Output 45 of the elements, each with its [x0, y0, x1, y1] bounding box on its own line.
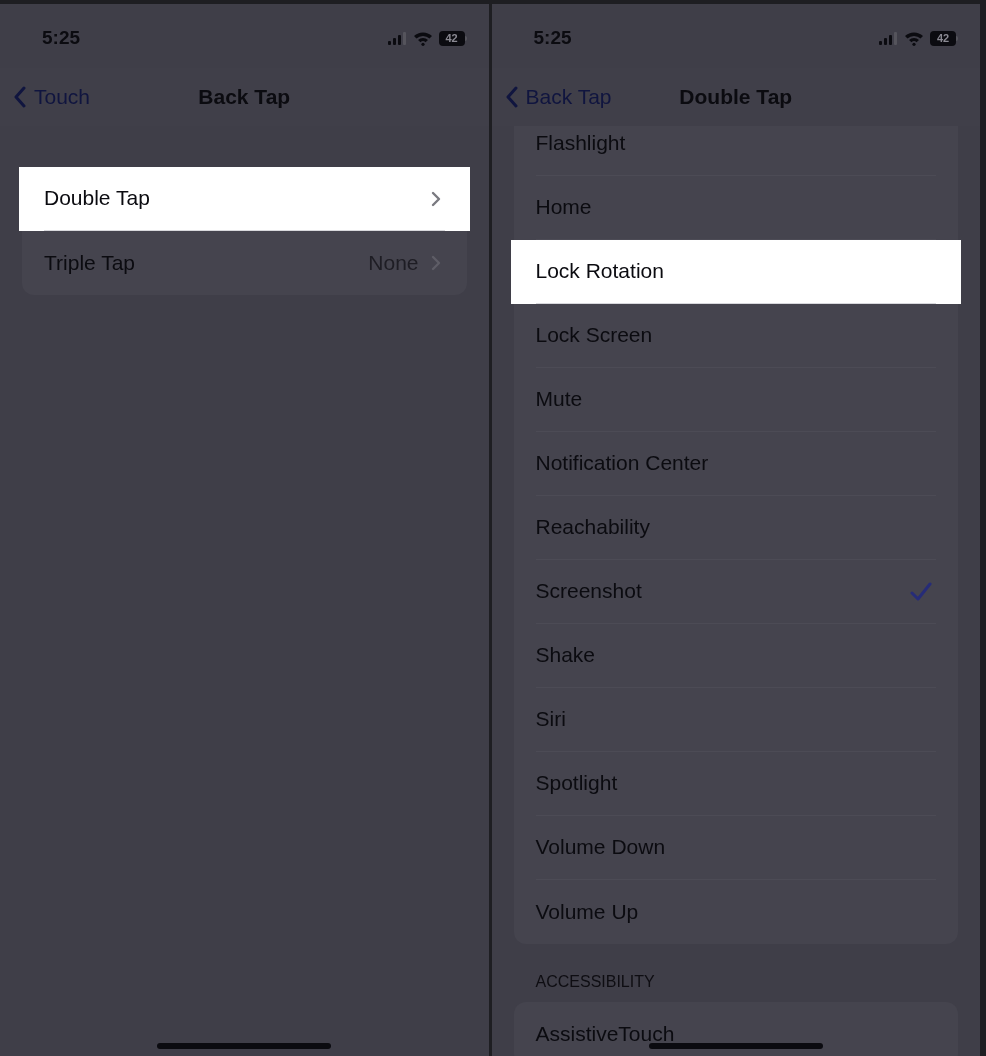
status-time: 5:25	[533, 25, 572, 50]
list-row[interactable]: Volume Up	[513, 880, 958, 944]
row-label: Spotlight	[535, 770, 618, 797]
chevron-icon	[430, 190, 441, 207]
row-label: Triple Tap	[44, 249, 136, 276]
list-row[interactable]: Flashlight	[513, 126, 958, 176]
row-label: Notification Center	[535, 450, 709, 477]
list-row[interactable]: Spotlight	[513, 752, 958, 816]
row-label: Reachability	[535, 514, 650, 541]
list-row[interactable]: Shake	[513, 624, 958, 688]
list-row[interactable]: AssistiveTouch	[513, 1002, 958, 1056]
page-title: Back Tap	[198, 84, 291, 111]
back-chevron-icon	[505, 86, 518, 108]
page-title: Double Tap	[679, 84, 793, 111]
list-row[interactable]: Reachability	[513, 496, 958, 560]
list-row[interactable]: Notification Center	[513, 432, 958, 496]
row-label: Double Tap	[44, 185, 150, 212]
status-time: 5:25	[42, 25, 81, 50]
signal-icon	[386, 31, 407, 45]
row-label: Mute	[535, 386, 583, 413]
row-label: Lock Rotation	[535, 258, 664, 285]
row-label: AssistiveTouch	[535, 1020, 675, 1047]
wifi-icon	[412, 30, 433, 46]
list-row[interactable]: Siri	[513, 688, 958, 752]
list-row[interactable]: Screenshot	[513, 560, 958, 624]
row-label: Home	[535, 194, 592, 221]
chevron-icon	[430, 255, 441, 271]
row-label: Volume Up	[535, 898, 639, 925]
row-label: Flashlight	[535, 130, 626, 157]
wifi-icon	[904, 30, 924, 46]
list-row[interactable]: Lock Screen	[513, 304, 958, 368]
list-row[interactable]: Mute	[513, 368, 958, 432]
battery-icon: 42	[930, 30, 958, 46]
signal-icon	[878, 31, 898, 45]
list-row[interactable]: Lock Rotation	[510, 240, 961, 304]
battery-icon: 42	[438, 30, 467, 46]
row-label: Volume Down	[535, 834, 666, 861]
row-label: Screenshot	[535, 578, 642, 605]
row-label: Shake	[535, 642, 596, 669]
back-chevron-icon	[14, 86, 26, 108]
checkmark-icon	[910, 581, 932, 602]
row-label: Siri	[535, 706, 566, 733]
list-row[interactable]: Double Tap	[19, 167, 470, 231]
list-row[interactable]: Volume Down	[513, 816, 958, 880]
row-label: Lock Screen	[535, 322, 653, 349]
